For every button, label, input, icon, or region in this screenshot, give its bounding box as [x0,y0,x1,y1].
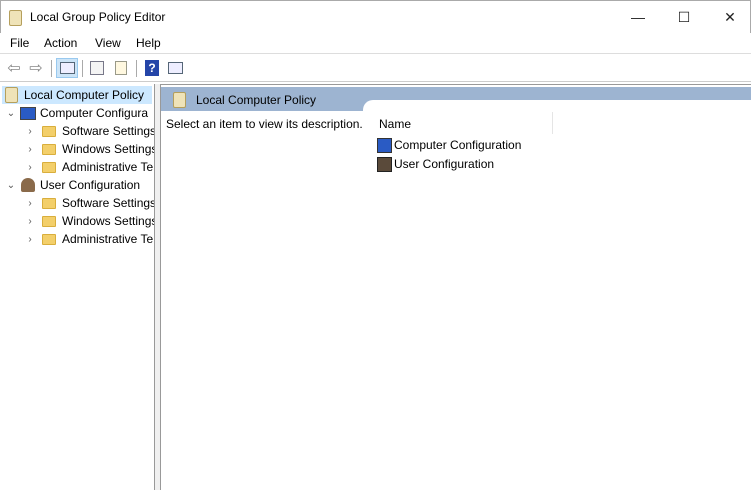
menu-help[interactable]: Help [136,36,161,50]
details-pane: Local Computer Policy Select an item to … [160,84,751,490]
policy-scroll-icon [9,10,22,26]
computer-icon [20,106,36,120]
tree-item-label: Windows Settings [62,214,155,228]
tree-item-label: Software Settings [62,196,155,210]
toolbar: ⇦ ⇨ ? [0,55,751,82]
tree-item-label: Local Computer Policy [24,88,145,102]
tree-item-windows-settings[interactable]: › Windows Settings [24,140,155,158]
computer-icon [377,137,392,153]
list-item-computer-configuration[interactable]: Computer Configuration [377,136,521,154]
list-item-user-configuration[interactable]: User Configuration [377,155,494,173]
folder-icon [42,215,56,227]
tree-item-label: Administrative Te [62,160,154,174]
tree-item-software-settings[interactable]: › Software Settings [24,122,155,140]
maximize-button[interactable]: ☐ [661,1,707,33]
show-action-pane-icon[interactable] [164,58,186,78]
export-list-icon[interactable] [110,58,132,78]
window-title: Local Group Policy Editor [30,10,166,24]
chevron-right-icon[interactable]: › [24,144,36,155]
chevron-right-icon[interactable]: › [24,216,36,227]
tree-item-label: Software Settings [62,124,155,138]
tree-item-label: Administrative Te [62,232,154,246]
menu-view[interactable]: View [95,36,121,50]
properties-icon[interactable] [86,58,108,78]
back-icon[interactable]: ⇦ [3,58,25,78]
forward-icon[interactable]: ⇨ [25,58,47,78]
tree-item-administrative-templates[interactable]: › Administrative Te [24,158,153,176]
folder-icon [42,233,56,245]
folder-icon [42,197,56,209]
policy-scroll-icon [5,87,18,103]
chevron-right-icon[interactable]: › [24,126,36,137]
details-header-title: Local Computer Policy [196,93,317,107]
description-text: Select an item to view its description. [166,117,363,131]
close-button[interactable]: ✕ [707,1,751,33]
chevron-right-icon[interactable]: › [24,234,36,245]
minimize-button[interactable]: — [615,1,661,33]
user-icon [21,178,35,192]
column-header-label: Name [379,117,412,131]
chevron-right-icon[interactable]: › [24,198,36,209]
column-header-name[interactable]: Name [375,112,553,134]
menu-file[interactable]: File [10,36,29,50]
tree-item-label: Windows Settings [62,142,155,156]
separator [51,60,52,77]
user-icon [377,156,392,172]
tree-item-administrative-templates[interactable]: › Administrative Te [24,230,153,248]
separator [82,60,83,77]
separator [136,60,137,77]
menu-action[interactable]: Action [44,36,77,50]
policy-scroll-icon [173,92,186,108]
help-icon[interactable]: ? [141,58,163,78]
menu-bar: File Action View Help [0,33,751,54]
title-bar: Local Group Policy Editor — ☐ ✕ [0,0,751,33]
tree-item-computer-configuration[interactable]: ⌄ Computer Configura [5,104,148,122]
tree-item-user-configuration[interactable]: ⌄ User Configuration [5,176,140,194]
show-hide-console-tree-icon[interactable] [56,58,78,78]
tree-item-local-computer-policy[interactable]: Local Computer Policy [2,86,152,104]
tree-item-software-settings[interactable]: › Software Settings [24,194,155,212]
chevron-down-icon[interactable]: ⌄ [5,108,17,119]
list-item-label: Computer Configuration [394,138,522,152]
tree-item-windows-settings[interactable]: › Windows Settings [24,212,155,230]
chevron-right-icon[interactable]: › [24,162,36,173]
folder-icon [42,125,56,137]
chevron-down-icon[interactable]: ⌄ [5,180,17,191]
tree-item-label: User Configuration [40,178,141,192]
folder-icon [42,143,56,155]
list-item-label: User Configuration [394,157,495,171]
tree-item-label: Computer Configura [40,106,149,120]
console-tree: Local Computer Policy ⌄ Computer Configu… [0,84,155,490]
folder-icon [42,161,56,173]
